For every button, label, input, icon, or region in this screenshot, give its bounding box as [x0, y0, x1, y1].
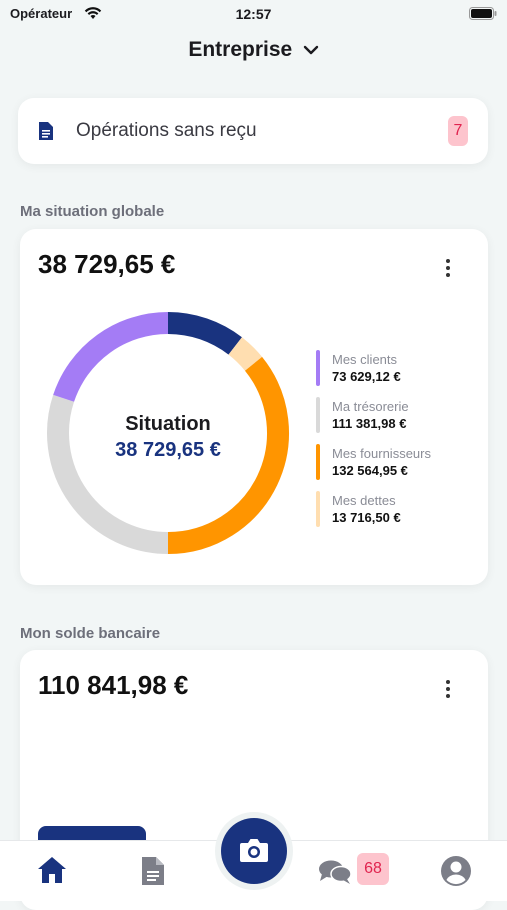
donut-segment-clients	[53, 312, 169, 403]
chat-icon[interactable]	[318, 859, 352, 885]
battery-icon	[469, 7, 497, 20]
company-selector[interactable]: Entreprise	[0, 38, 507, 72]
legend-label: Mes fournisseurs	[332, 446, 431, 461]
legend-label: Mes dettes	[332, 493, 396, 508]
camera-icon	[240, 839, 268, 862]
situation-card: 38 729,65 € Situation 38 729,65 € Mes cl…	[20, 229, 488, 585]
bank-more-icon[interactable]	[446, 680, 452, 701]
situation-total: 38 729,65 €	[38, 249, 176, 279]
legend-label: Ma trésorerie	[332, 399, 409, 414]
legend-swatch	[316, 397, 320, 433]
chevron-down-icon	[303, 45, 318, 55]
status-bar: Opérateur 12:57	[0, 0, 507, 30]
operations-without-receipt-card[interactable]: Opérations sans reçu 7	[18, 98, 488, 164]
legend-item-tresorerie: Ma trésorerie 111 381,98 €	[316, 397, 431, 444]
donut-center-value: 38 729,65 €	[115, 439, 221, 461]
legend-swatch	[316, 350, 320, 386]
situation-section-title: Ma situation globale	[20, 203, 165, 220]
legend-value: 132 564,95 €	[332, 463, 408, 478]
bank-total: 110 841,98 €	[38, 670, 189, 700]
operations-label: Opérations sans reçu	[76, 120, 257, 141]
legend-value: 73 629,12 €	[332, 369, 401, 384]
profile-icon[interactable]	[440, 855, 472, 887]
donut-segment-dettes	[228, 337, 263, 371]
donut-segment-situation	[167, 312, 242, 355]
legend-swatch	[316, 491, 320, 527]
home-icon[interactable]	[36, 855, 68, 885]
legend-item-fournisseurs: Mes fournisseurs 132 564,95 €	[316, 444, 431, 491]
clock: 12:57	[235, 6, 272, 22]
document-icon	[39, 122, 53, 140]
legend-item-dettes: Mes dettes 13 716,50 €	[316, 491, 431, 538]
operations-count-badge: 7	[448, 116, 468, 146]
company-title: Entreprise	[188, 38, 293, 61]
legend-label: Mes clients	[332, 352, 398, 367]
legend-item-clients: Mes clients 73 629,12 €	[316, 350, 431, 397]
bank-section-title: Mon solde bancaire	[20, 625, 161, 642]
camera-button[interactable]	[221, 818, 287, 884]
situation-more-icon[interactable]	[446, 259, 452, 280]
legend-value: 13 716,50 €	[332, 510, 401, 525]
situation-legend: Mes clients 73 629,12 € Ma trésorerie 11…	[316, 350, 431, 538]
donut-center-title: Situation	[125, 413, 211, 435]
chat-count-badge: 68	[357, 853, 389, 885]
legend-value: 111 381,98 €	[332, 416, 407, 431]
document-icon[interactable]	[140, 855, 166, 887]
legend-swatch	[316, 444, 320, 480]
